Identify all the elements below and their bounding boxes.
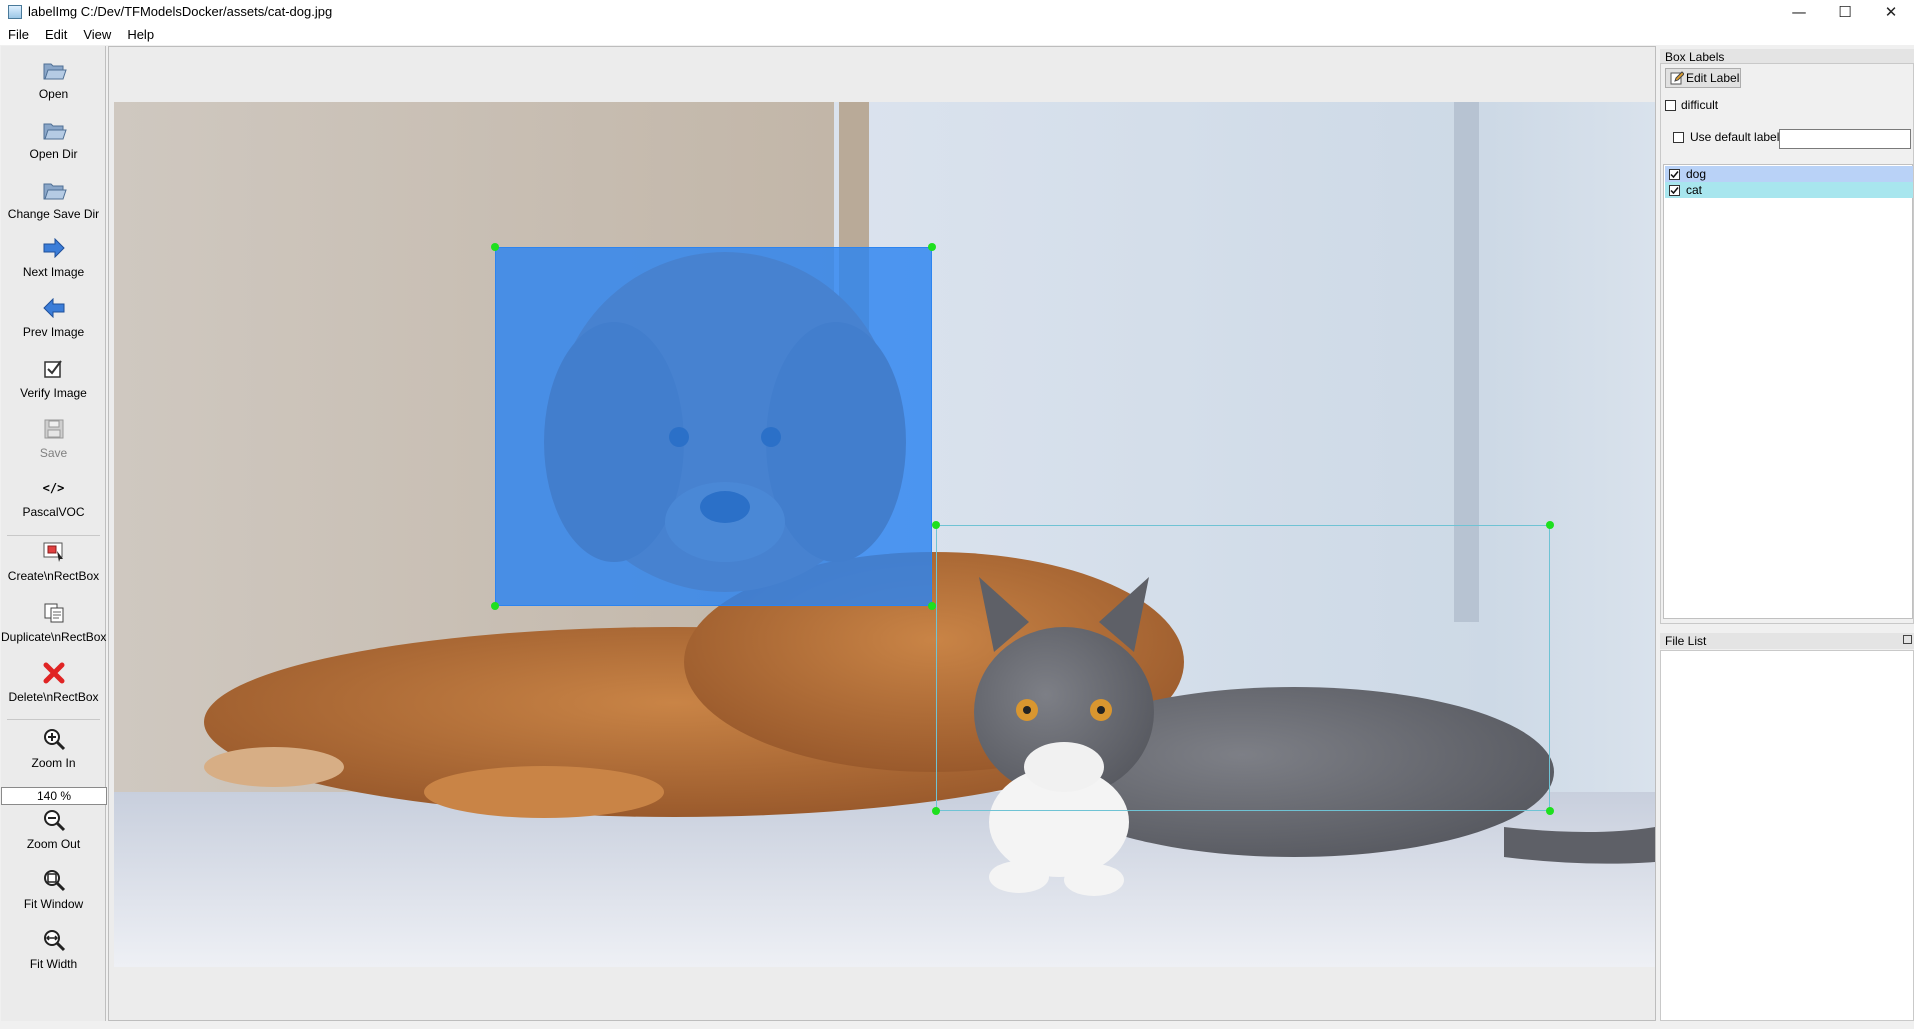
arrow-left-icon [40, 294, 68, 322]
arrow-right-icon [40, 234, 68, 262]
folder-icon [40, 56, 68, 84]
status-bar [0, 1021, 1914, 1029]
save-label: Save [39, 446, 68, 460]
window-controls: — ☐ ✕ [1776, 0, 1914, 23]
save-button[interactable]: Save [1, 415, 106, 460]
dog-box-vertex[interactable] [491, 602, 499, 610]
default-label-input[interactable] [1779, 129, 1911, 149]
pencil-icon [1670, 71, 1684, 85]
box-labels-panel: Edit Label difficult Use default label d… [1660, 63, 1914, 624]
open-dir-label: Open Dir [29, 147, 78, 161]
file-list-title: File List [1660, 633, 1914, 649]
cat-box-vertex[interactable] [1546, 521, 1554, 529]
format-toggle-button[interactable]: </> PascalVOC [1, 474, 106, 519]
file-list[interactable] [1660, 650, 1914, 1021]
zoom-in-button[interactable]: Zoom In [1, 725, 106, 770]
next-image-button[interactable]: Next Image [1, 234, 106, 279]
copy-icon [40, 599, 68, 627]
prev-image-label: Prev Image [22, 325, 85, 339]
list-item-cat[interactable]: cat [1665, 182, 1913, 198]
checkbox-icon [40, 355, 68, 383]
close-button[interactable]: ✕ [1868, 0, 1914, 23]
dog-box-vertex[interactable] [928, 602, 936, 610]
fit-width-icon [40, 926, 68, 954]
use-default-label-text: Use default label [1690, 130, 1780, 144]
zoom-level-spinbox[interactable]: 140 % [1, 787, 107, 805]
image-canvas[interactable] [108, 46, 1656, 1021]
zoom-out-label: Zoom Out [26, 837, 81, 851]
menu-view[interactable]: View [75, 27, 119, 42]
zoom-in-label: Zoom In [31, 756, 76, 770]
edit-label-text: Edit Label [1686, 71, 1740, 85]
change-save-dir-button[interactable]: Change Save Dir [1, 176, 106, 221]
toolbar-separator [7, 535, 100, 536]
delete-icon [40, 659, 68, 687]
list-item-dog[interactable]: dog [1665, 166, 1913, 182]
verify-image-button[interactable]: Verify Image [1, 355, 106, 400]
difficult-checkbox[interactable]: difficult [1665, 98, 1718, 112]
menu-bar: File Edit View Help [0, 23, 1914, 45]
label-visibility-checkbox[interactable] [1669, 184, 1680, 196]
file-list-title-text: File List [1665, 634, 1707, 648]
app-icon [8, 4, 22, 19]
dog-box-vertex[interactable] [928, 243, 936, 251]
duplicate-rectbox-label: Duplicate\nRectBox [1, 630, 107, 644]
label-text: dog [1686, 167, 1707, 181]
create-rectbox-label: Create\nRectBox [7, 569, 100, 583]
fit-window-label: Fit Window [23, 897, 84, 911]
toolbar-separator [7, 719, 100, 720]
prev-image-button[interactable]: Prev Image [1, 294, 106, 339]
change-save-dir-label: Change Save Dir [7, 207, 100, 221]
cat-box-vertex[interactable] [932, 807, 940, 815]
create-box-icon [40, 538, 68, 566]
save-icon [40, 415, 68, 443]
fit-width-label: Fit Width [29, 957, 78, 971]
format-label: PascalVOC [22, 505, 85, 519]
minimize-button[interactable]: — [1776, 0, 1822, 23]
cat-box-vertex[interactable] [1546, 807, 1554, 815]
open-label: Open [38, 87, 69, 101]
fit-width-button[interactable]: Fit Width [1, 926, 106, 971]
menu-file[interactable]: File [0, 27, 37, 42]
use-default-label-check[interactable] [1673, 131, 1684, 143]
cat-bounding-box[interactable] [936, 525, 1550, 811]
zoom-in-icon [40, 725, 68, 753]
edit-label-button[interactable]: Edit Label [1665, 68, 1741, 88]
fit-window-button[interactable]: Fit Window [1, 866, 106, 911]
label-visibility-checkbox[interactable] [1669, 168, 1680, 180]
use-default-label-checkbox[interactable]: Use default label [1673, 130, 1779, 144]
verify-image-label: Verify Image [20, 386, 87, 400]
dog-box-vertex[interactable] [491, 243, 499, 251]
folder-icon [40, 116, 68, 144]
fit-window-icon [40, 866, 68, 894]
next-image-label: Next Image [22, 265, 85, 279]
zoom-out-button[interactable]: Zoom Out [1, 806, 106, 851]
menu-edit[interactable]: Edit [37, 27, 75, 42]
maximize-button[interactable]: ☐ [1822, 0, 1868, 23]
delete-rectbox-button[interactable]: Delete\nRectBox [1, 659, 106, 704]
code-icon: </> [42, 481, 65, 495]
undock-icon[interactable] [1903, 635, 1912, 644]
dog-bounding-box[interactable] [495, 247, 932, 606]
label-text: cat [1686, 183, 1703, 197]
title-bar: labelImg C:/Dev/TFModelsDocker/assets/ca… [0, 0, 1914, 23]
folder-icon [40, 176, 68, 204]
label-list[interactable]: dog cat [1663, 164, 1913, 619]
window-title: labelImg C:/Dev/TFModelsDocker/assets/ca… [28, 4, 333, 19]
toolbar: Open Open Dir Change Save Dir Next Image… [1, 46, 107, 1021]
create-rectbox-button[interactable]: Create\nRectBox [1, 538, 106, 583]
open-button[interactable]: Open [1, 56, 106, 101]
zoom-out-icon [40, 806, 68, 834]
difficult-check[interactable] [1665, 99, 1676, 111]
open-dir-button[interactable]: Open Dir [1, 116, 106, 161]
cat-box-vertex[interactable] [932, 521, 940, 529]
delete-rectbox-label: Delete\nRectBox [8, 690, 99, 704]
difficult-label: difficult [1681, 98, 1719, 112]
duplicate-rectbox-button[interactable]: Duplicate\nRectBox [1, 599, 106, 644]
menu-help[interactable]: Help [119, 27, 162, 42]
